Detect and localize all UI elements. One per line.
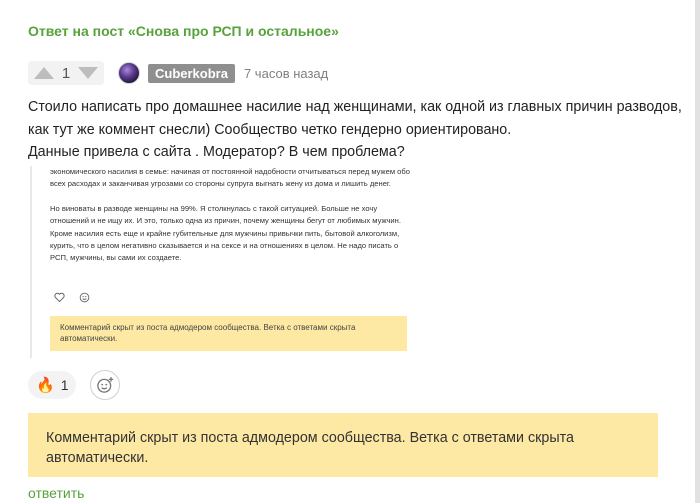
embedded-screenshot: экономического насилия в семье: начиная … <box>30 166 412 358</box>
embedded-hidden-notice: Комментарий скрыт из поста адмодером соо… <box>50 316 407 351</box>
arrow-up-icon[interactable] <box>34 67 54 79</box>
comment-paragraph: Стоило написать про домашнее насилие над… <box>28 99 682 138</box>
fire-icon: 🔥 <box>36 376 55 394</box>
embedded-paragraph: экономического насилия в семье: начиная … <box>50 167 410 189</box>
reply-button[interactable]: ответить <box>28 485 84 501</box>
smile-plus-icon <box>97 377 114 393</box>
scroll-rail <box>695 0 700 503</box>
embedded-comment-text: экономического насилия в семье: начиная … <box>50 166 410 277</box>
reaction-count: 1 <box>60 377 69 393</box>
embedded-actions <box>54 292 90 303</box>
embedded-paragraph: Но виноваты в разводе женщины на 99%. Я … <box>50 203 401 263</box>
comment-paragraph: Данные привела с сайта . Модератор? В че… <box>28 144 405 160</box>
username-badge[interactable]: Cuberkobra <box>148 63 235 83</box>
smile-icon <box>79 292 90 303</box>
comment-timestamp: 7 часов назад <box>243 65 329 81</box>
vote-widget: 1 <box>28 61 104 85</box>
add-reaction-button[interactable] <box>90 370 121 400</box>
hidden-comment-notice: Комментарий скрыт из поста адмодером соо… <box>28 413 658 477</box>
comment-body: Стоило написать про домашнее насилие над… <box>28 96 693 164</box>
reply-to-post-link[interactable]: Ответ на пост «Снова про РСП и остальное… <box>28 23 339 39</box>
vote-count: 1 <box>61 64 71 82</box>
arrow-down-icon[interactable] <box>78 67 98 79</box>
reaction-fire-button[interactable]: 🔥 1 <box>28 371 77 399</box>
avatar[interactable] <box>118 62 140 84</box>
reactions-bar: 🔥 1 <box>28 370 121 400</box>
comment-meta: 1 Cuberkobra 7 часов назад <box>28 61 328 85</box>
heart-icon <box>54 292 65 302</box>
